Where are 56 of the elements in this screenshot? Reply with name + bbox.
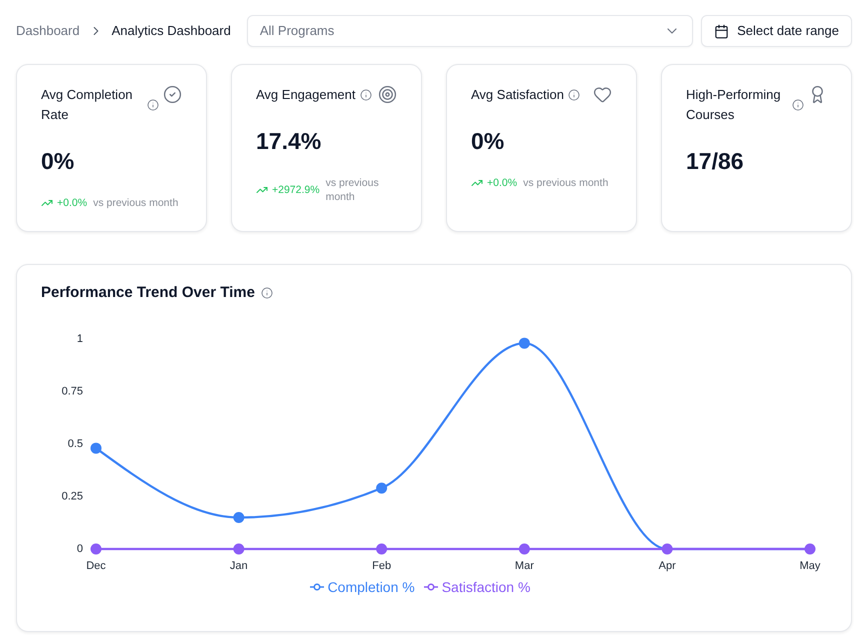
legend-line-icon [424, 583, 438, 591]
metric-value: 17/86 [686, 147, 745, 176]
calendar-icon [714, 24, 730, 38]
card-title: Avg Completion Rate [41, 86, 134, 124]
x-axis-label: Mar [514, 560, 534, 572]
x-axis-label: May [800, 560, 820, 572]
data-point [518, 338, 530, 349]
data-point [90, 544, 102, 554]
program-select[interactable]: All Programs [246, 15, 694, 47]
breadcrumb-link[interactable]: Dashboard [16, 21, 80, 41]
info-icon[interactable] [260, 287, 273, 299]
data-point [90, 442, 102, 454]
y-axis-label: 0.25 [62, 490, 83, 502]
y-axis-label: 0.5 [68, 438, 83, 450]
info-icon[interactable] [360, 89, 372, 101]
legend-line-icon [310, 583, 324, 591]
trend-caption: vs previous month [326, 176, 380, 204]
target-icon [378, 85, 397, 104]
data-point [233, 512, 244, 523]
trend-value: +0.0% [487, 176, 518, 190]
data-point [662, 544, 673, 554]
chart-title: Performance Trend Over Time [41, 283, 255, 303]
check-circle-icon [163, 85, 182, 104]
card-title: High-Performing Courses [686, 86, 782, 124]
trend-value: +2972.9% [272, 183, 320, 197]
info-icon[interactable] [568, 89, 580, 101]
data-point [233, 544, 244, 554]
y-axis-label: 0 [76, 542, 83, 555]
trending-up-icon [41, 197, 53, 209]
trend-value: +0.0% [57, 196, 88, 210]
data-point [376, 482, 388, 494]
trend-caption: vs previous month [93, 196, 178, 210]
data-point [804, 544, 816, 554]
info-icon[interactable] [147, 99, 159, 111]
y-axis-label: 1 [76, 332, 83, 345]
trending-up-icon [471, 177, 483, 189]
heart-icon [593, 85, 612, 104]
data-point [376, 544, 388, 554]
x-axis-label: Feb [372, 560, 392, 572]
breadcrumb-current: Analytics Dashboard [112, 22, 231, 40]
x-axis-label: Jan [230, 560, 248, 572]
metric-value: 0% [471, 127, 506, 156]
info-icon[interactable] [792, 99, 804, 111]
y-axis-label: 0.75 [62, 385, 83, 398]
metric-value: 0% [41, 147, 76, 176]
date-range-button[interactable]: Select date range [701, 15, 852, 47]
data-point [518, 544, 530, 554]
card-title: Avg Engagement [256, 86, 356, 104]
metric-value: 17.4% [256, 127, 322, 156]
trending-up-icon [256, 184, 268, 196]
x-axis-label: Apr [658, 560, 676, 572]
legend-label: Completion % [328, 579, 415, 595]
trend-caption: vs previous month [523, 176, 608, 190]
legend-label: Satisfaction % [442, 579, 530, 595]
x-axis-label: Dec [86, 560, 106, 572]
card-title: Avg Satisfaction [471, 86, 564, 104]
